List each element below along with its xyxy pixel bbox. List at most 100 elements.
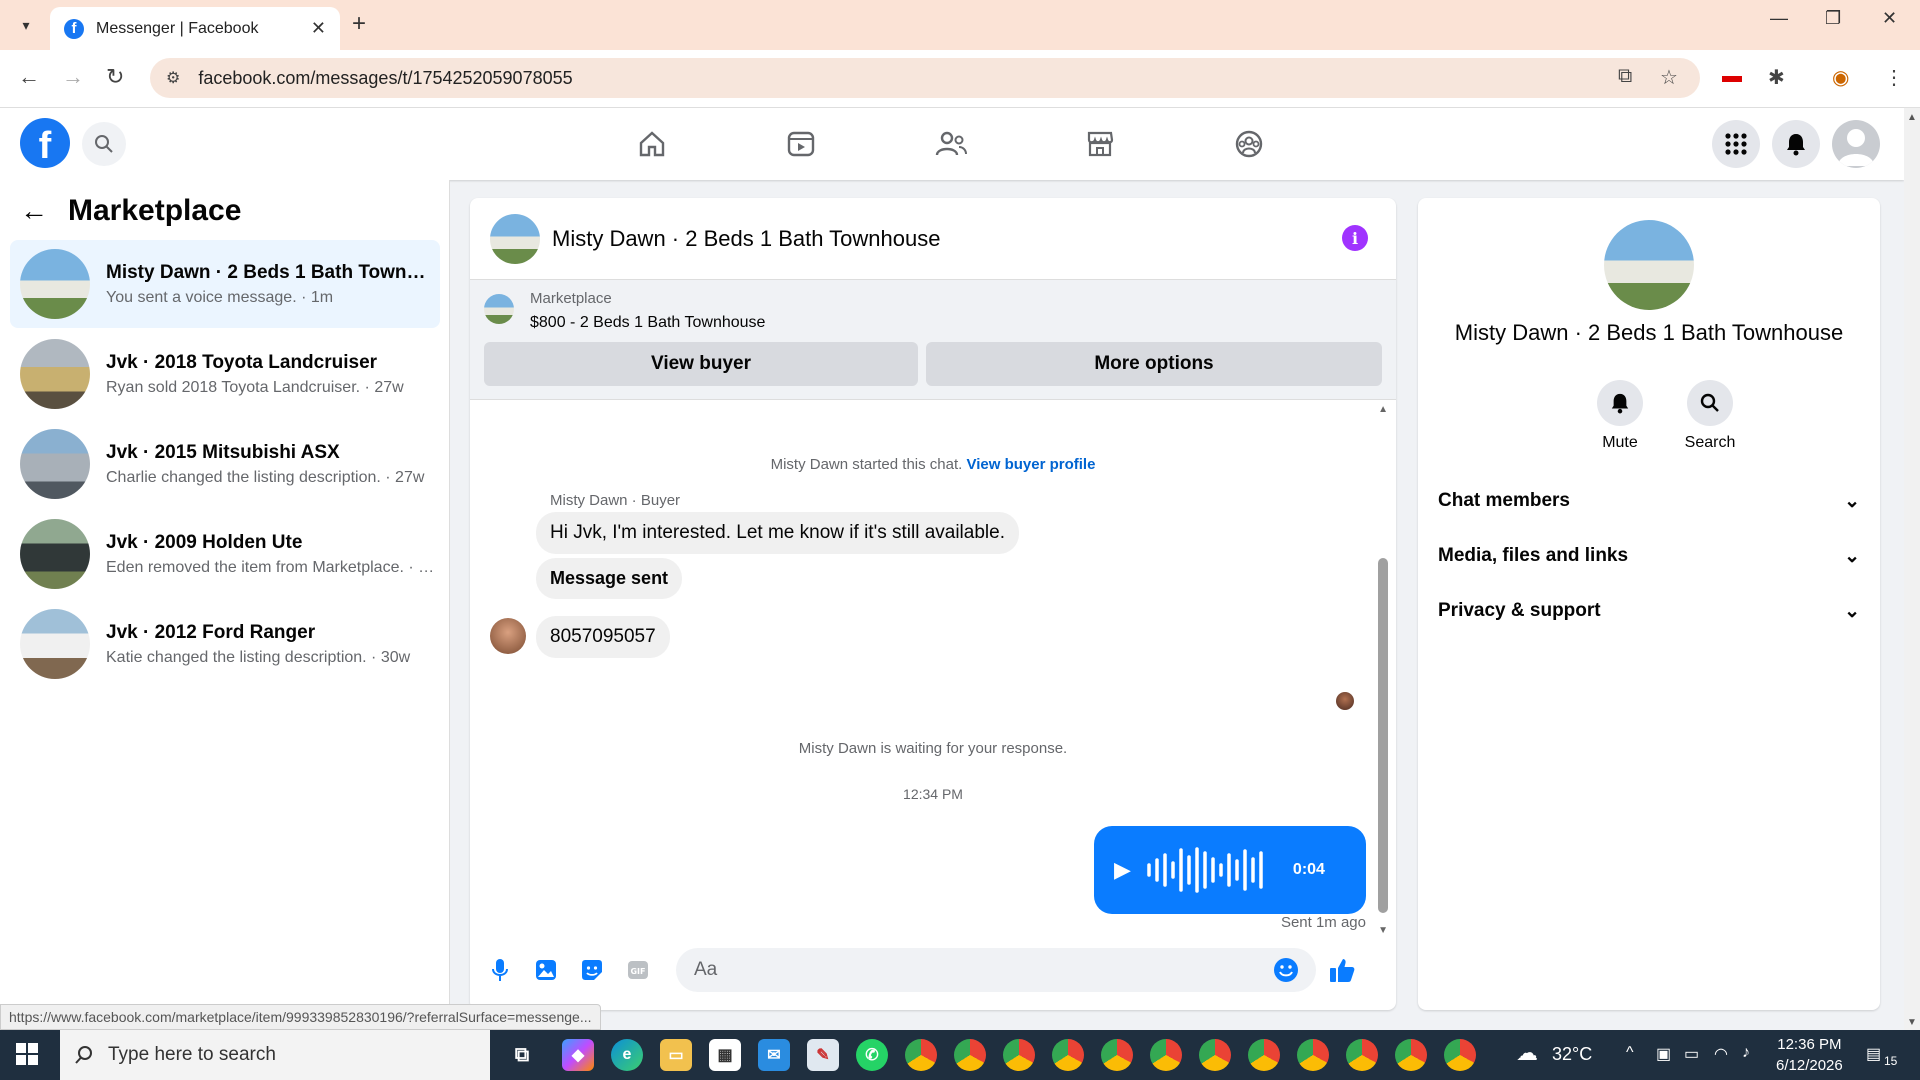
photo-icon[interactable] (532, 956, 560, 984)
reload-icon[interactable]: ↻ (106, 64, 124, 90)
info-icon[interactable]: i (1342, 225, 1368, 251)
copilot-icon[interactable]: ◆ (562, 1039, 594, 1071)
conversation-item[interactable]: Misty Dawn · 2 Beds 1 Bath Townhouse You… (10, 240, 440, 328)
whatsapp-icon[interactable]: ✆ (856, 1039, 888, 1071)
groups-icon[interactable] (1229, 124, 1269, 164)
conversation-name: Misty Dawn · 2 Beds 1 Bath Townhouse (106, 261, 426, 283)
forward-icon[interactable]: → (62, 64, 84, 90)
gif-icon[interactable]: GIF (624, 956, 652, 984)
restore-icon[interactable]: ❐ (1825, 8, 1841, 29)
file-explorer-icon[interactable]: ▭ (660, 1039, 692, 1071)
media-files-links-section[interactable]: Media, files and links ⌄ (1438, 536, 1860, 576)
extension-icon[interactable]: ▬ (1722, 65, 1742, 88)
chat-avatar[interactable] (490, 213, 540, 264)
conversation-name: Jvk · 2018 Toyota Landcruiser (106, 351, 378, 373)
conversation-item[interactable]: Jvk · 2012 Ford Ranger Katie changed the… (10, 600, 440, 688)
conversation-item[interactable]: Jvk · 2015 Mitsubishi ASX Charlie change… (10, 420, 440, 508)
message-input[interactable] (676, 948, 1316, 992)
volume-icon[interactable]: ♪ (1742, 1044, 1750, 1062)
chrome-icon[interactable] (1199, 1039, 1231, 1071)
like-thumb-icon[interactable] (1328, 956, 1356, 984)
task-view-icon[interactable]: ⧉ (506, 1039, 538, 1071)
incoming-message[interactable]: Hi Jvk, I'm interested. Let me know if i… (536, 512, 1019, 554)
home-icon[interactable] (632, 124, 672, 164)
chrome-menu-icon[interactable]: ⋮ (1884, 65, 1904, 90)
tab-close-icon[interactable]: ✕ (311, 18, 326, 39)
chrome-icon[interactable] (1346, 1039, 1378, 1071)
meet-icon[interactable]: ▣ (1656, 1044, 1671, 1064)
page-scroll-up-icon[interactable]: ▲ (1907, 112, 1917, 123)
chrome-icon[interactable] (1101, 1039, 1133, 1071)
mail-icon[interactable]: ✉ (758, 1039, 790, 1071)
sticker-icon[interactable] (578, 956, 606, 984)
chrome-icon[interactable] (905, 1039, 937, 1071)
tab-search-button[interactable]: ▾ (10, 10, 42, 40)
chrome-icon[interactable] (954, 1039, 986, 1071)
marketplace-icon[interactable] (1080, 124, 1120, 164)
chat-scrollbar[interactable]: ▲ ▼ (1378, 404, 1388, 936)
page-scrollbar[interactable]: ▲ ▼ (1904, 108, 1920, 1030)
friends-icon[interactable] (931, 124, 971, 164)
browser-tab-active[interactable]: f Messenger | Facebook ✕ (50, 7, 340, 50)
site-settings-icon[interactable]: ⚙ (166, 68, 180, 88)
notifications-bell-icon[interactable] (1772, 120, 1820, 168)
incoming-message[interactable]: 8057095057 (536, 616, 670, 658)
address-bar[interactable]: ⚙ facebook.com/messages/t/17542520590780… (150, 58, 1700, 98)
chrome-icon[interactable] (1395, 1039, 1427, 1071)
page-scroll-down-icon[interactable]: ▼ (1907, 1017, 1917, 1028)
view-buyer-button[interactable]: View buyer (484, 342, 918, 386)
privacy-support-section[interactable]: Privacy & support ⌄ (1438, 591, 1860, 631)
new-tab-button[interactable]: + (352, 10, 366, 38)
account-avatar[interactable] (1832, 120, 1880, 168)
listing-price[interactable]: $800 - 2 Beds 1 Bath Townhouse (530, 314, 765, 332)
more-options-button[interactable]: More options (926, 342, 1382, 386)
store-icon[interactable]: ▦ (709, 1039, 741, 1071)
tray-chevron-icon[interactable]: ^ (1626, 1044, 1634, 1062)
extensions-puzzle-icon[interactable]: ✱ (1768, 65, 1785, 90)
sender-avatar[interactable] (490, 618, 526, 654)
chrome-icon[interactable] (1248, 1039, 1280, 1071)
back-arrow-icon[interactable]: ← (20, 195, 48, 227)
chrome-icon[interactable] (1297, 1039, 1329, 1071)
paint-icon[interactable]: ✎ (807, 1039, 839, 1071)
search-icon[interactable] (82, 122, 126, 166)
scroll-thumb[interactable] (1378, 558, 1388, 913)
bookmark-star-icon[interactable]: ☆ (1660, 65, 1678, 90)
install-app-icon[interactable]: ⧉ (1618, 65, 1632, 88)
menu-grid-icon[interactable] (1712, 120, 1760, 168)
notification-center-icon[interactable]: ▤ (1866, 1044, 1881, 1064)
chat-title[interactable]: Misty Dawn · 2 Beds 1 Bath Townhouse (552, 226, 940, 252)
view-buyer-profile-link[interactable]: View buyer profile (966, 456, 1095, 473)
details-avatar[interactable] (1604, 220, 1694, 310)
microphone-icon[interactable] (486, 956, 514, 984)
windows-start-icon[interactable] (16, 1043, 38, 1071)
back-icon[interactable]: ← (18, 64, 40, 90)
taskbar-search-box[interactable]: Type here to search (60, 1030, 490, 1080)
battery-icon[interactable]: ▭ (1684, 1044, 1699, 1064)
conversation-item[interactable]: Jvk · 2009 Holden Ute Eden removed the i… (10, 510, 440, 598)
video-icon[interactable] (781, 124, 821, 164)
chrome-icon[interactable] (1003, 1039, 1035, 1071)
profile-icon[interactable]: ◉ (1832, 65, 1849, 90)
voice-message[interactable]: ▶ 0:04 (1094, 826, 1366, 914)
weather-icon[interactable]: ☁ (1516, 1040, 1538, 1066)
emoji-icon[interactable] (1272, 956, 1300, 984)
window-close-icon[interactable]: ✕ (1882, 8, 1897, 29)
play-icon[interactable]: ▶ (1114, 857, 1131, 883)
conversation-item[interactable]: Jvk · 2018 Toyota Landcruiser Ryan sold … (10, 330, 440, 418)
chrome-icon[interactable] (1052, 1039, 1084, 1071)
edge-icon[interactable]: e (611, 1039, 643, 1071)
mute-button[interactable]: Mute (1590, 380, 1650, 452)
chat-members-section[interactable]: Chat members ⌄ (1438, 481, 1860, 521)
search-conversation-button[interactable]: Search (1680, 380, 1740, 452)
facebook-logo[interactable]: f (20, 118, 70, 168)
wifi-icon[interactable]: ◠ (1714, 1044, 1728, 1064)
chrome-icon[interactable] (1444, 1039, 1476, 1071)
scroll-up-icon[interactable]: ▲ (1378, 404, 1388, 415)
incoming-message[interactable]: Message sent (536, 558, 683, 599)
listing-thumbnail[interactable] (484, 294, 514, 324)
minimize-icon[interactable]: — (1770, 8, 1788, 29)
temperature[interactable]: 32°C (1552, 1044, 1592, 1065)
taskbar-clock[interactable]: 12:36 PM 6/12/2026 (1776, 1034, 1843, 1076)
chrome-icon[interactable] (1150, 1039, 1182, 1071)
